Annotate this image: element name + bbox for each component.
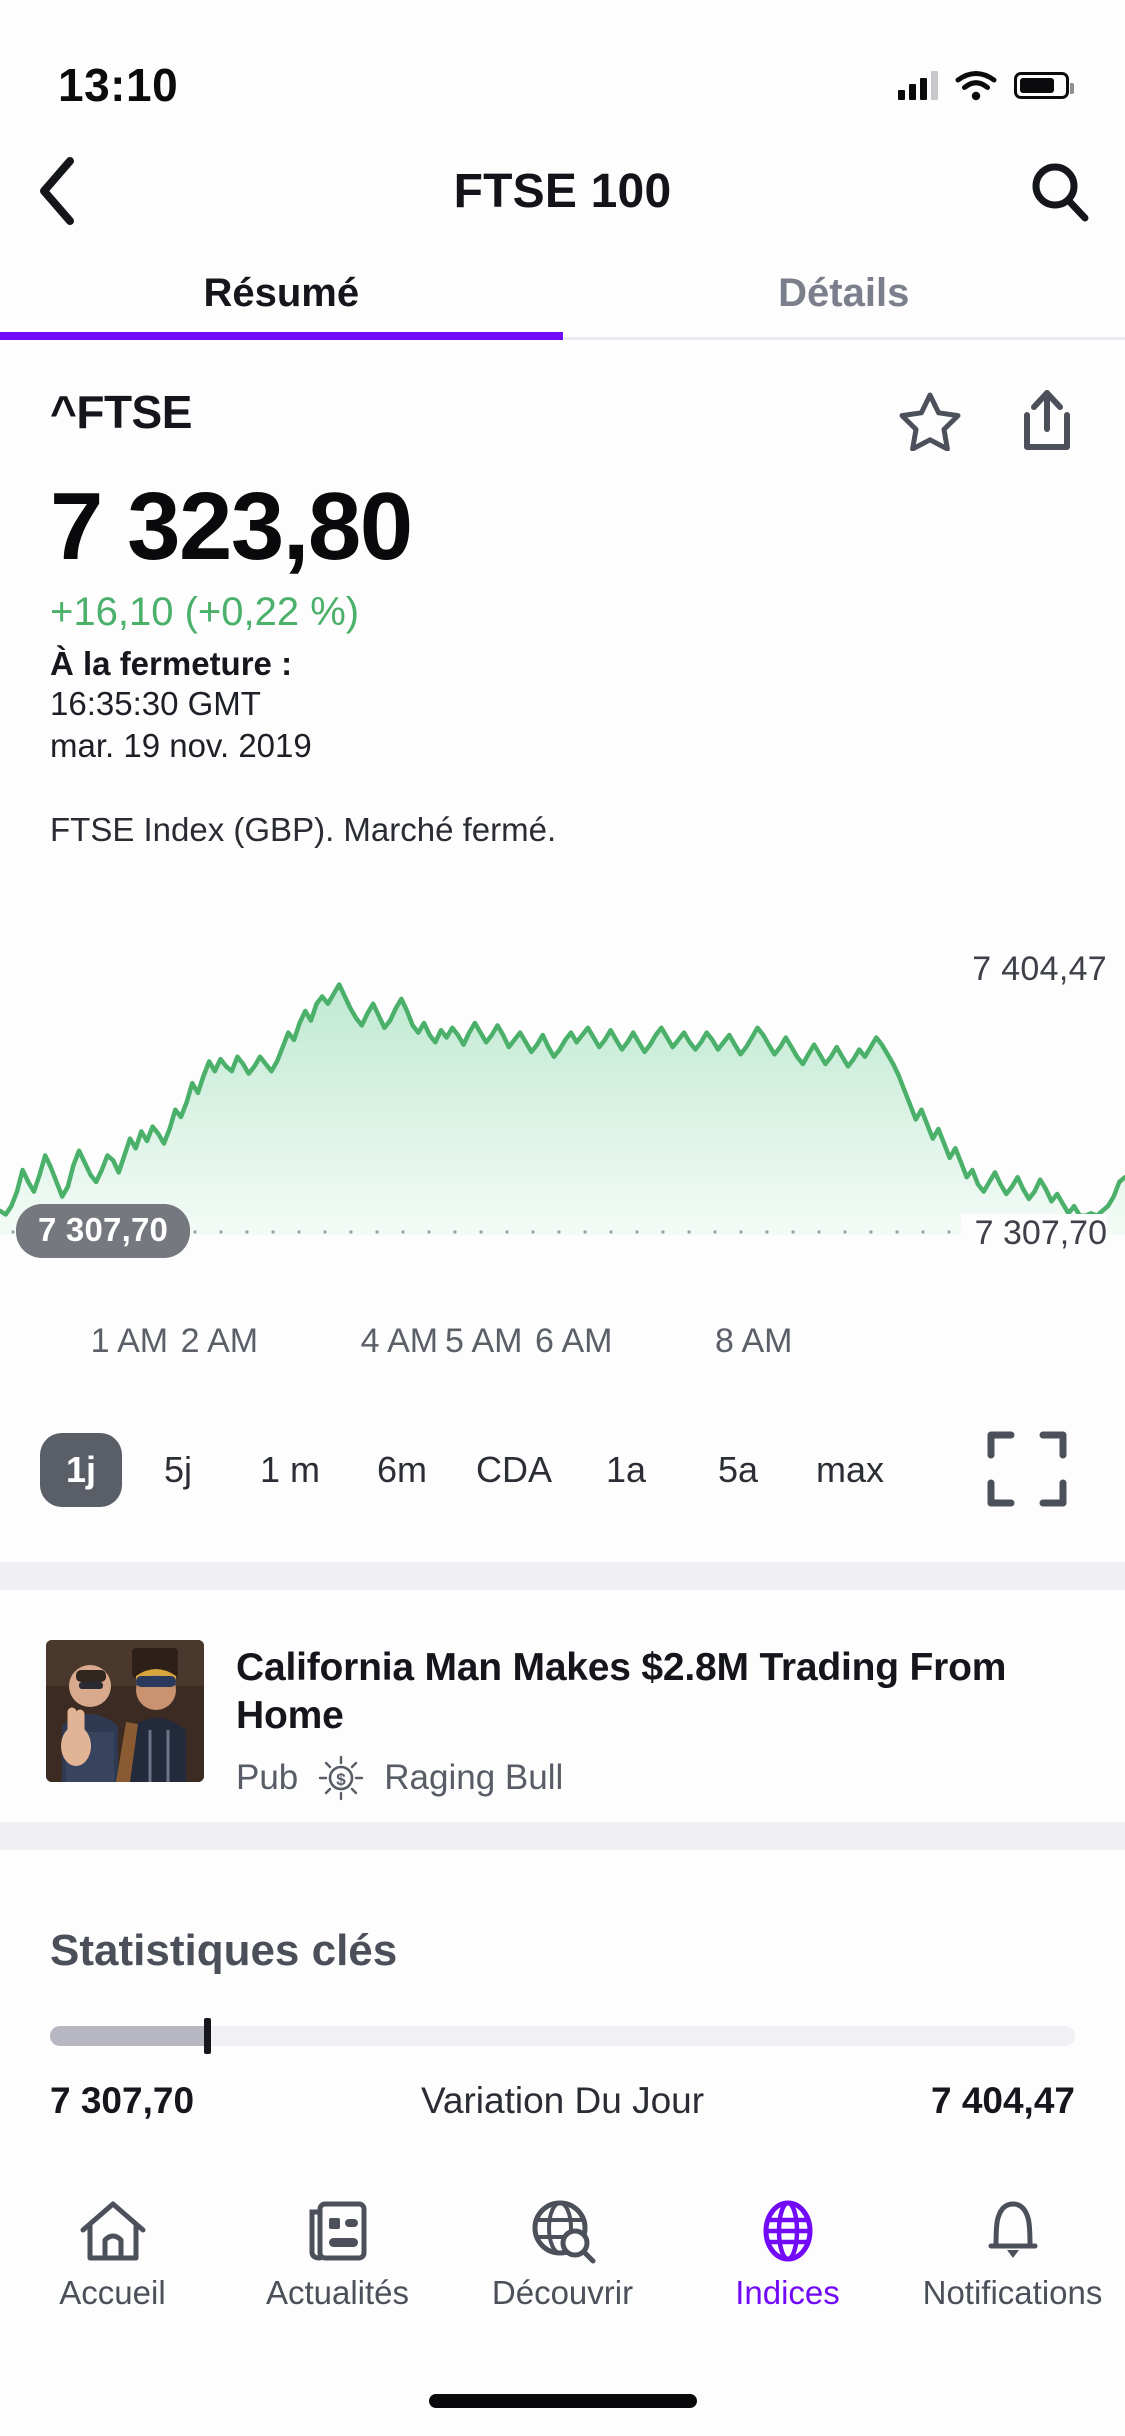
- nav-item-accueil[interactable]: Accueil: [0, 2198, 225, 2312]
- back-button[interactable]: [34, 155, 120, 227]
- news-meta: Pub $ Raging Bull: [236, 1755, 1079, 1801]
- nav-item-decouvrir[interactable]: Découvrir: [450, 2198, 675, 2312]
- dollar-burst-icon: $: [319, 1755, 364, 1801]
- range-button-cda[interactable]: CDA: [458, 1437, 570, 1503]
- stats-title: Statistiques clés: [50, 1926, 398, 1975]
- sponsored-news-card[interactable]: California Man Makes $2.8M Trading From …: [0, 1618, 1125, 1803]
- nav-item-indices[interactable]: Indices: [675, 2198, 900, 2312]
- star-icon[interactable]: [899, 391, 961, 451]
- x-axis-tick: 4 AM: [360, 1322, 439, 1360]
- status-time: 13:10: [58, 59, 179, 111]
- market-status-note: FTSE Index (GBP). Marché fermé.: [50, 810, 557, 848]
- share-icon[interactable]: [1019, 389, 1075, 453]
- svg-text:$: $: [337, 1770, 347, 1789]
- quote-header: ^FTSE: [50, 385, 1075, 453]
- close-label: À la fermeture :: [50, 644, 293, 682]
- quote-section: ^FTSE 7 323,80 +16,10 (+0,22 %) À la fer…: [0, 340, 1125, 849]
- tab-details[interactable]: Détails: [563, 250, 1125, 337]
- key-statistics-section: Statistiques clés 7 307,70 Variation Du …: [0, 1880, 1125, 2122]
- range-button-1a[interactable]: 1a: [570, 1437, 682, 1503]
- news-icon: [309, 2201, 366, 2261]
- range-button-5a[interactable]: 5a: [682, 1437, 794, 1503]
- news-body: California Man Makes $2.8M Trading From …: [236, 1640, 1079, 1801]
- range-options: 1j 5j 1 m 6m CDA 1a 5a max: [40, 1433, 985, 1507]
- day-range-fill: [50, 2026, 204, 2046]
- close-time: 16:35:30 GMT: [50, 684, 261, 722]
- bottom-navigation: Accueil Actualités Découvrir Indices Not…: [0, 2190, 1125, 2340]
- day-range-low: 7 307,70: [50, 2080, 195, 2121]
- range-button-max[interactable]: max: [794, 1437, 906, 1503]
- tab-bar: Résumé Détails: [0, 250, 1125, 340]
- close-date: mar. 19 nov. 2019: [50, 726, 312, 764]
- page-title: FTSE 100: [453, 164, 672, 218]
- chart-low-label: 7 307,70: [960, 1214, 1107, 1253]
- tab-resume[interactable]: Résumé: [0, 250, 563, 340]
- section-separator: [0, 1822, 1125, 1850]
- chart-canvas: [0, 982, 1125, 1235]
- search-icon: [1032, 163, 1089, 222]
- day-range-labels: 7 307,70 Variation Du Jour 7 404,47: [50, 2080, 1075, 2122]
- x-axis-tick: 5 AM: [445, 1322, 523, 1360]
- current-price: 7 323,80: [50, 473, 413, 580]
- nav-item-actualites[interactable]: Actualités: [225, 2198, 450, 2312]
- sponsored-label: Pub: [236, 1758, 299, 1798]
- range-button-1m[interactable]: 1 m: [234, 1437, 346, 1503]
- battery-icon: [1014, 71, 1074, 99]
- x-axis-tick: 1 AM: [90, 1322, 169, 1360]
- x-axis-tick: 6 AM: [535, 1322, 613, 1360]
- globe-icon: [763, 2200, 812, 2262]
- quote-actions: [899, 385, 1075, 453]
- section-separator: [0, 1562, 1125, 1590]
- day-range-high: 7 404,47: [930, 2080, 1075, 2121]
- nav-bar: FTSE 100: [0, 132, 1125, 250]
- range-button-5j[interactable]: 5j: [122, 1437, 234, 1503]
- cellular-signal-icon: [898, 70, 938, 100]
- nav-label-actualites: Actualités: [265, 2274, 410, 2311]
- news-title: California Man Makes $2.8M Trading From …: [236, 1646, 1007, 1737]
- globe-search-icon: [532, 2200, 595, 2264]
- bell-icon: [988, 2201, 1037, 2258]
- day-range-name: Variation Du Jour: [420, 2080, 705, 2121]
- range-button-1j[interactable]: 1j: [40, 1433, 123, 1507]
- chevron-left-icon: [40, 157, 74, 225]
- wifi-icon: [955, 70, 997, 100]
- price-chart[interactable]: 7 404,47 7 307,70 7 307,70: [0, 950, 1125, 1258]
- home-icon: [80, 2201, 145, 2261]
- search-button[interactable]: [1005, 160, 1091, 222]
- ticker-symbol: ^FTSE: [50, 386, 192, 438]
- range-selector: 1j 5j 1 m 6m CDA 1a 5a max: [0, 1410, 1125, 1530]
- home-indicator: [428, 2394, 697, 2408]
- nav-label-indices: Indices: [735, 2274, 840, 2311]
- status-indicators: [898, 70, 1074, 101]
- news-thumbnail: [46, 1640, 204, 1782]
- day-range-marker: [203, 2018, 211, 2054]
- fullscreen-icon: [987, 1431, 1067, 1507]
- price-change: +16,10 (+0,22 %): [50, 589, 360, 634]
- chart-baseline: 7 307,70 7 307,70: [0, 1204, 1125, 1258]
- day-range-bar: [50, 2018, 1075, 2054]
- nav-label-accueil: Accueil: [59, 2274, 166, 2311]
- x-axis-tick: 8 AM: [715, 1322, 793, 1360]
- range-button-6m[interactable]: 6m: [346, 1437, 458, 1503]
- nav-item-notifications[interactable]: Notifications: [900, 2198, 1125, 2312]
- status-bar: 13:10: [0, 0, 1125, 132]
- nav-label-decouvrir: Découvrir: [491, 2274, 634, 2311]
- app-screen: 13:10 FTSE 100 Résumé Détails ^FTSE 7 32…: [0, 0, 1125, 2436]
- news-source: Raging Bull: [384, 1758, 564, 1798]
- chart-low-badge: 7 307,70: [16, 1204, 191, 1258]
- fullscreen-button[interactable]: [985, 1429, 1075, 1511]
- nav-label-notifications: Notifications: [922, 2274, 1103, 2311]
- chart-x-axis: 1 AM 2 AM 4 AM 5 AM 6 AM 8 AM: [0, 1322, 1125, 1382]
- x-axis-tick: 2 AM: [180, 1322, 259, 1360]
- two-men-photo: [46, 1640, 204, 1782]
